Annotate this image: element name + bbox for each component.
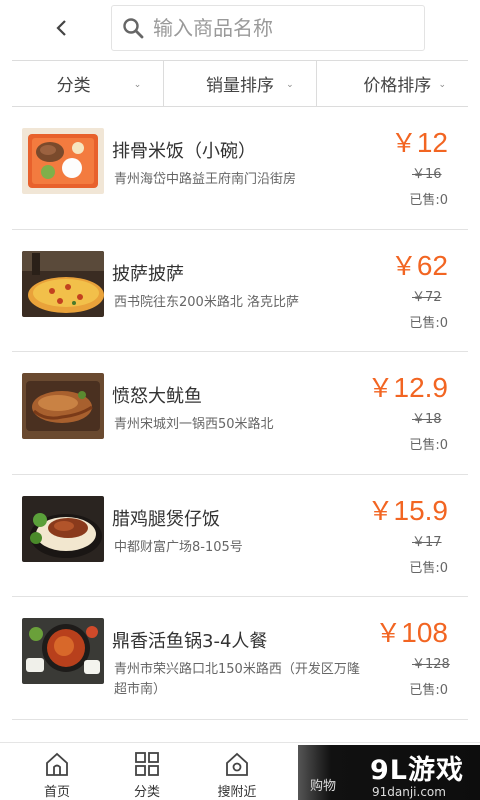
product-image bbox=[22, 495, 104, 562]
product-original-price: ￥16 bbox=[412, 167, 442, 182]
product-address: 西书院往东200米路北 洛克比萨 bbox=[114, 294, 299, 310]
product-address: 青州市荣兴路口北150米路西（开发区万隆超市南） bbox=[114, 662, 360, 697]
product-name: 腊鸡腿煲仔饭 bbox=[112, 508, 220, 530]
nav-label: 分类 bbox=[133, 785, 160, 800]
product-price: ￥15.9 bbox=[367, 491, 448, 528]
product-name: 披萨披萨 bbox=[112, 263, 184, 285]
currency-symbol: ￥ bbox=[367, 373, 394, 403]
nav-category[interactable]: 分类 bbox=[102, 743, 192, 800]
filter-label: 销量排序 bbox=[205, 76, 274, 96]
filter-sales-sort[interactable]: 销量排序 ⌄ bbox=[164, 61, 317, 106]
chevron-left-icon bbox=[56, 20, 66, 36]
product-price: ￥12 bbox=[391, 123, 448, 160]
product-price: ￥108 bbox=[375, 613, 448, 650]
watermark-url: 91danji.com bbox=[372, 785, 446, 799]
filter-label: 分类 bbox=[56, 76, 91, 96]
filter-category[interactable]: 分类 ⌄ bbox=[12, 61, 165, 106]
back-button[interactable] bbox=[44, 10, 80, 46]
product-name: 愤怒大鱿鱼 bbox=[112, 386, 202, 407]
filter-bar: 分类 ⌄ 销量排序 ⌄ 价格排序 ⌄ bbox=[12, 60, 468, 107]
product-price: ￥62 bbox=[391, 246, 448, 283]
product-address: 青州海岱中路益王府南门沿街房 bbox=[114, 172, 297, 187]
product-image bbox=[22, 618, 104, 684]
product-original-price: ￥18 bbox=[412, 412, 442, 427]
price-value: 15.9 bbox=[393, 494, 449, 526]
home-icon bbox=[43, 750, 71, 777]
nav-nearby[interactable]: 搜附近 bbox=[192, 743, 282, 800]
product-image bbox=[22, 128, 104, 194]
currency-symbol: ￥ bbox=[375, 618, 402, 648]
location-icon bbox=[223, 750, 251, 777]
header bbox=[0, 0, 480, 60]
grid-icon bbox=[133, 750, 161, 777]
filter-price-sort[interactable]: 价格排序 ⌄ bbox=[317, 61, 468, 106]
product-address: 青州宋城刘一锅西50米路北 bbox=[114, 417, 274, 432]
product-original-price: ￥72 bbox=[412, 289, 442, 305]
watermark-title: 9L游戏 bbox=[370, 755, 464, 786]
product-name: 鼎香活鱼锅3-4人餐 bbox=[112, 631, 268, 652]
price-value: 12.9 bbox=[393, 372, 449, 403]
nav-home[interactable]: 首页 bbox=[12, 743, 102, 800]
product-item[interactable]: 排骨米饭（小碗） 青州海岱中路益王府南门沿街房 ￥12 ￥16 已售:0 bbox=[12, 107, 468, 230]
product-name: 排骨米饭（小碗） bbox=[112, 141, 256, 162]
nav-label: 首页 bbox=[43, 785, 70, 800]
product-sold-count: 已售:0 bbox=[409, 315, 448, 331]
currency-symbol: ￥ bbox=[390, 250, 417, 281]
product-list: 排骨米饭（小碗） 青州海岱中路益王府南门沿街房 ￥12 ￥16 已售:0 披萨披… bbox=[12, 107, 468, 720]
product-item[interactable]: 腊鸡腿煲仔饭 中都财富广场8-105号 ￥15.9 ￥17 已售:0 bbox=[12, 475, 468, 597]
product-sold-count: 已售:0 bbox=[409, 438, 448, 453]
product-original-price: ￥17 bbox=[412, 534, 442, 550]
product-address: 中都财富广场8-105号 bbox=[114, 539, 243, 555]
price-value: 62 bbox=[416, 249, 448, 281]
product-image bbox=[22, 250, 104, 317]
currency-symbol: ￥ bbox=[390, 128, 417, 158]
product-item[interactable]: 愤怒大鱿鱼 青州宋城刘一锅西50米路北 ￥12.9 ￥18 已售:0 bbox=[12, 352, 468, 475]
chevron-down-icon: ⌄ bbox=[133, 80, 142, 90]
product-sold-count: 已售:0 bbox=[409, 683, 448, 698]
product-price: ￥12.9 bbox=[367, 368, 448, 405]
chevron-down-icon: ⌄ bbox=[286, 80, 294, 90]
product-item[interactable]: 鼎香活鱼锅3-4人餐 青州市荣兴路口北150米路西（开发区万隆超市南） ￥108… bbox=[12, 597, 468, 720]
chevron-down-icon: ⌄ bbox=[438, 80, 446, 90]
filter-label: 价格排序 bbox=[363, 76, 432, 96]
watermark-logo: 9L游戏 91danji.com bbox=[370, 748, 464, 799]
search-box[interactable] bbox=[111, 5, 425, 51]
search-input[interactable] bbox=[153, 16, 413, 40]
product-original-price: ￥128 bbox=[412, 657, 450, 672]
price-value: 12 bbox=[416, 127, 448, 158]
product-sold-count: 已售:0 bbox=[409, 193, 448, 208]
product-image bbox=[22, 373, 104, 439]
product-sold-count: 已售:0 bbox=[409, 560, 448, 576]
currency-symbol: ￥ bbox=[367, 495, 394, 526]
nav-label: 搜附近 bbox=[217, 785, 257, 800]
product-item[interactable]: 披萨披萨 西书院往东200米路北 洛克比萨 ￥62 ￥72 已售:0 bbox=[12, 230, 468, 352]
nav-label: 购物 bbox=[310, 779, 337, 794]
price-value: 108 bbox=[401, 617, 448, 648]
search-icon bbox=[121, 16, 145, 40]
